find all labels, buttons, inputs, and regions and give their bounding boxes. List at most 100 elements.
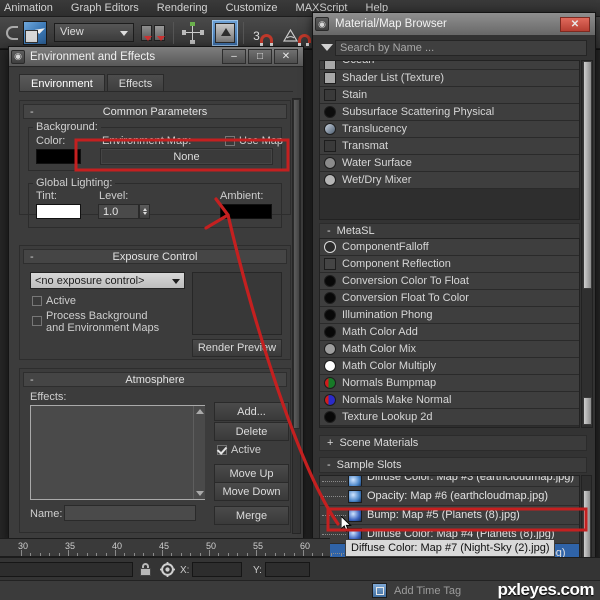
lock-icon[interactable] bbox=[140, 563, 151, 576]
select-and-link-icon[interactable] bbox=[23, 20, 49, 46]
snaps-toggle-button[interactable] bbox=[212, 19, 238, 46]
list-item[interactable]: Stain bbox=[320, 87, 579, 104]
timeline-tick bbox=[227, 553, 229, 556]
environment-map-button[interactable]: None bbox=[100, 148, 273, 165]
filter-funnel-icon[interactable] bbox=[319, 39, 335, 56]
exposure-control-dropdown[interactable]: <no exposure control> bbox=[30, 272, 185, 289]
render-preview-button[interactable]: Render Preview bbox=[192, 339, 282, 357]
material-swatch bbox=[324, 377, 336, 389]
env-dialog-scrollbar[interactable] bbox=[292, 98, 301, 534]
atmosphere-active-checkbox[interactable] bbox=[217, 445, 227, 455]
undo-arc-icon[interactable] bbox=[2, 22, 18, 44]
merge-button[interactable]: Merge bbox=[214, 506, 289, 525]
list-item[interactable]: Component Reflection bbox=[320, 256, 579, 273]
scroll-up-icon[interactable] bbox=[196, 409, 204, 414]
sample-slot-row[interactable]: Diffuse Color: Map #3 (earthcloudmap.jpg… bbox=[320, 476, 579, 487]
effects-list-scrollbar[interactable] bbox=[193, 406, 205, 499]
reference-coordinate-system-dropdown[interactable]: View bbox=[54, 23, 134, 42]
list-item[interactable]: Shader List (Texture) bbox=[320, 70, 579, 87]
list-item[interactable]: Math Color Add bbox=[320, 324, 579, 341]
add-effect-button[interactable]: Add... bbox=[214, 402, 289, 421]
close-button[interactable]: ✕ bbox=[274, 49, 298, 64]
delete-effect-button[interactable]: Delete bbox=[214, 422, 289, 441]
tint-color-swatch[interactable] bbox=[36, 204, 81, 219]
list-item[interactable]: Math Color Multiply bbox=[320, 358, 579, 375]
list-item[interactable]: Subsurface Scattering Physical bbox=[320, 104, 579, 121]
list-item[interactable]: Illumination Phong bbox=[320, 307, 579, 324]
process-background-checkbox[interactable] bbox=[32, 316, 42, 326]
angle-snap-toggle[interactable] bbox=[282, 20, 311, 46]
snap-3-button[interactable]: 3 bbox=[250, 20, 276, 46]
list-item[interactable]: Transmat bbox=[320, 138, 579, 155]
list-item[interactable]: Translucency bbox=[320, 121, 579, 138]
add-time-tag-icon[interactable] bbox=[372, 583, 387, 598]
mmb-titlebar[interactable]: ◉ Material/Map Browser ✕ bbox=[313, 13, 595, 35]
metasl-group-header[interactable]: - MetaSL bbox=[319, 223, 580, 239]
add-time-tag-label[interactable]: Add Time Tag bbox=[394, 585, 461, 597]
list-item[interactable]: Normals Bumpmap bbox=[320, 375, 579, 392]
atmosphere-effects-list[interactable] bbox=[30, 405, 205, 500]
select-and-manipulate-icon[interactable] bbox=[180, 20, 206, 46]
atmosphere-header[interactable]: - Atmosphere bbox=[23, 372, 287, 387]
tab-effects[interactable]: Effects bbox=[106, 74, 165, 92]
collapse-toggle-icon[interactable]: - bbox=[30, 106, 34, 118]
list-item[interactable]: Wet/Dry Mixer bbox=[320, 172, 579, 189]
sample-slot-row[interactable]: Opacity: Map #6 (earthcloudmap.jpg) bbox=[320, 487, 579, 506]
collapse-toggle-icon-exposure[interactable]: - bbox=[30, 251, 34, 263]
list-item[interactable]: Conversion Float To Color bbox=[320, 290, 579, 307]
mmb-close-button[interactable]: ✕ bbox=[560, 16, 590, 32]
list-item[interactable]: Normals Make Normal bbox=[320, 392, 579, 409]
metasl-collapse-icon[interactable]: - bbox=[327, 225, 331, 237]
minimize-button[interactable]: – bbox=[222, 49, 246, 64]
use-pivot-point-center-icon[interactable] bbox=[141, 20, 167, 46]
list-item[interactable]: Water Surface bbox=[320, 155, 579, 172]
scene-materials-collapse-icon[interactable]: + bbox=[327, 437, 333, 449]
metasl-list[interactable]: ComponentFalloff Component Reflection Conv… bbox=[319, 238, 580, 428]
tab-environment[interactable]: Environment bbox=[19, 74, 105, 92]
list-item[interactable]: Texture Lookup 2d bbox=[320, 409, 579, 426]
env-dialog-titlebar[interactable]: ◉ Environment and Effects – □ ✕ bbox=[9, 47, 303, 67]
list-item[interactable]: Math Color Mix bbox=[320, 341, 579, 358]
mmb-scroll-thumb[interactable] bbox=[583, 61, 592, 289]
common-parameters-header[interactable]: - Common Parameters bbox=[23, 104, 287, 119]
y-coordinate-field[interactable] bbox=[265, 562, 310, 577]
sample-slots-scroll-thumb[interactable] bbox=[583, 490, 591, 558]
list-item[interactable]: ComponentFalloff bbox=[320, 239, 579, 256]
list-item[interactable]: Conversion Color To Float bbox=[320, 273, 579, 290]
menu-item-graph-editors[interactable]: Graph Editors bbox=[62, 0, 148, 17]
list-item-partial[interactable]: Ocean bbox=[320, 61, 579, 70]
scene-materials-group-header[interactable]: + Scene Materials bbox=[319, 435, 587, 451]
exposure-active-checkbox[interactable] bbox=[32, 296, 42, 306]
gear-icon[interactable] bbox=[160, 562, 175, 577]
x-coordinate-field[interactable] bbox=[192, 562, 242, 577]
menu-item-rendering[interactable]: Rendering bbox=[148, 0, 217, 17]
background-color-swatch[interactable] bbox=[36, 149, 81, 164]
list-item-label: Texture Lookup 2d bbox=[342, 411, 433, 423]
level-spinner-arrows[interactable] bbox=[139, 204, 150, 219]
watermark: pxleyes.com bbox=[497, 580, 594, 599]
search-input[interactable]: Search by Name ... bbox=[335, 39, 587, 56]
collapse-toggle-icon-atmosphere[interactable]: - bbox=[30, 374, 34, 386]
move-down-button[interactable]: Move Down bbox=[214, 482, 289, 501]
mmb-scroll-thumb-lower[interactable] bbox=[583, 397, 592, 425]
scroll-down-icon[interactable] bbox=[196, 491, 204, 496]
list-item-label: Math Color Mix bbox=[342, 343, 416, 355]
move-up-button[interactable]: Move Up bbox=[214, 464, 289, 483]
maximize-button[interactable]: □ bbox=[248, 49, 272, 64]
maps-list[interactable]: Ocean Shader List (Texture) Stain Subsurfa… bbox=[319, 60, 580, 220]
env-dialog-scroll-thumb[interactable] bbox=[293, 99, 300, 429]
sample-slot-row[interactable]: Bump: Map #5 (Planets (8).jpg) bbox=[320, 506, 579, 525]
menu-item-animation[interactable]: Animation bbox=[4, 0, 62, 17]
menu-item-customize[interactable]: Customize bbox=[217, 0, 287, 17]
mmb-list-scrollbar[interactable] bbox=[581, 60, 593, 428]
effect-name-input[interactable] bbox=[64, 505, 196, 521]
timeline-tick bbox=[152, 553, 154, 556]
material-swatch bbox=[324, 61, 336, 69]
ambient-color-swatch[interactable] bbox=[220, 204, 272, 219]
timeline-ruler[interactable]: 30 35 40 45 50 55 60 bbox=[0, 538, 342, 557]
sample-slots-collapse-icon[interactable]: - bbox=[327, 459, 331, 471]
exposure-control-header[interactable]: - Exposure Control bbox=[23, 249, 287, 264]
use-map-checkbox[interactable] bbox=[225, 136, 235, 146]
sample-slots-group-header[interactable]: - Sample Slots bbox=[319, 457, 587, 473]
level-spinner-field[interactable]: 1.0 bbox=[98, 204, 139, 219]
